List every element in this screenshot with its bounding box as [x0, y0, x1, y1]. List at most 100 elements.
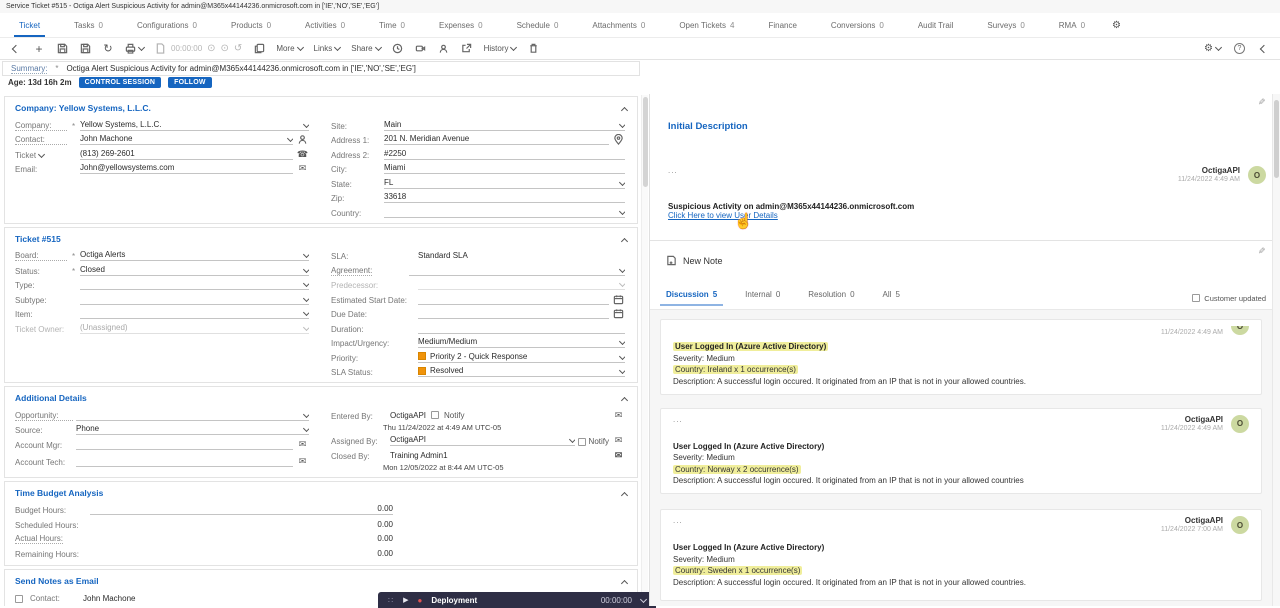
duration-input[interactable] — [418, 332, 625, 334]
opportunity-label[interactable]: Opportunity: — [15, 411, 73, 421]
calendar-icon[interactable] — [612, 294, 625, 305]
save-icon[interactable] — [56, 43, 68, 54]
account-mgr-envelope-icon[interactable]: ✉ — [296, 439, 309, 450]
add-icon[interactable]: + — [33, 42, 45, 56]
view-user-details-link[interactable]: Click Here to view User Details — [668, 211, 778, 220]
notes-scrollbar[interactable] — [1272, 94, 1280, 606]
settings-gear-dropdown[interactable]: ⚙ — [1204, 43, 1221, 54]
record-icon[interactable]: ● — [417, 596, 422, 605]
customer-updated-checkbox[interactable] — [1192, 294, 1200, 302]
share-dropdown[interactable]: Share — [351, 44, 380, 53]
ticket-card-header[interactable]: Ticket #515 — [5, 228, 637, 247]
timer-reset-icon[interactable]: ↺ — [234, 43, 242, 54]
note-options-ellipsis[interactable]: ... — [673, 516, 683, 525]
drag-handle-icon[interactable]: ∷ — [388, 596, 394, 605]
send-notes-header[interactable]: Send Notes as Email — [5, 570, 637, 589]
additional-details-header[interactable]: Additional Details — [5, 387, 637, 406]
time-budget-header[interactable]: Time Budget Analysis — [5, 482, 637, 501]
tab-configurations[interactable]: Configurations0 — [120, 13, 214, 37]
estimated-start-input[interactable] — [418, 303, 609, 305]
control-session-button[interactable]: CONTROL SESSION — [79, 77, 162, 88]
budget-hours-input[interactable]: 0.00 — [90, 504, 393, 515]
new-note-button[interactable]: New Note — [666, 255, 723, 266]
phone-type-dropdown[interactable]: Ticket — [15, 151, 67, 160]
play-icon[interactable]: ▶ — [403, 596, 408, 604]
tab-products[interactable]: Products0 — [214, 13, 288, 37]
print-dropdown[interactable] — [125, 43, 144, 54]
company-card-header[interactable]: Company: Yellow Systems, L.L.C. — [5, 97, 637, 116]
map-pin-icon[interactable] — [612, 134, 625, 145]
tab-attachments[interactable]: Attachments0 — [575, 13, 662, 37]
account-tech-input[interactable] — [76, 465, 293, 467]
follow-button[interactable]: FOLLOW — [168, 77, 212, 88]
city-input[interactable]: Miami — [384, 163, 625, 174]
tab-rma[interactable]: RMA0 — [1042, 13, 1102, 37]
zip-input[interactable]: 33618 — [384, 192, 625, 203]
tab-ticket[interactable]: Ticket — [2, 13, 57, 37]
tab-audit-trail[interactable]: Audit Trail — [901, 13, 971, 37]
site-select[interactable]: Main — [384, 120, 625, 131]
collapse-panel-icon[interactable] — [1258, 46, 1270, 52]
tab-internal[interactable]: Internal0 — [745, 290, 780, 306]
closed-by-envelope-icon[interactable]: ✉ — [612, 450, 625, 461]
agreement-label[interactable]: Agreement: — [331, 266, 372, 276]
account-tech-envelope-icon[interactable]: ✉ — [296, 456, 309, 467]
tab-all[interactable]: All5 — [883, 290, 900, 306]
priority-select[interactable]: Priority 2 - Quick Response — [418, 352, 625, 363]
type-select[interactable] — [80, 281, 309, 290]
tab-discussion[interactable]: Discussion5 — [666, 290, 717, 306]
back-icon[interactable] — [10, 46, 22, 52]
note-options-ellipsis[interactable]: ... — [673, 415, 683, 424]
board-label[interactable]: Board: — [15, 251, 67, 261]
tab-surveys[interactable]: Surveys0 — [970, 13, 1041, 37]
phone-icon[interactable]: ☎ — [296, 149, 309, 160]
phone-input[interactable]: (813) 269-2601 — [80, 149, 293, 160]
save-close-icon[interactable] — [79, 43, 91, 54]
tab-activities[interactable]: Activities0 — [288, 13, 362, 37]
timer-stop-icon[interactable]: ⊙ — [221, 43, 229, 54]
edit-description-pencil-icon[interactable]: ✎ — [1258, 97, 1266, 108]
summary-label[interactable]: Summary: — [11, 64, 47, 74]
timer-start-icon[interactable]: ⊙ — [207, 43, 215, 54]
history-dropdown[interactable]: History — [484, 44, 517, 53]
timer-expand-icon[interactable] — [640, 595, 647, 602]
country-select[interactable] — [384, 209, 625, 218]
address2-input[interactable]: #2250 — [384, 149, 625, 160]
note-options-ellipsis[interactable]: ... — [668, 166, 678, 175]
assigned-by-select[interactable]: OctigaAPI — [390, 435, 575, 446]
edit-notes-pencil-icon[interactable]: ✎ — [1258, 246, 1266, 257]
tab-resolution[interactable]: Resolution0 — [808, 290, 854, 306]
actual-hours-label[interactable]: Actual Hours: — [15, 534, 63, 544]
status-select[interactable]: Closed — [80, 265, 309, 276]
tab-finance[interactable]: Finance — [751, 13, 813, 37]
help-icon[interactable]: ? — [1234, 43, 1245, 54]
calendar-icon[interactable] — [612, 308, 625, 319]
tab-open-tickets[interactable]: Open Tickets4 — [662, 13, 751, 37]
copy-icon[interactable] — [253, 43, 265, 54]
left-panel-scrollbar[interactable] — [641, 95, 648, 606]
tab-expenses[interactable]: Expenses0 — [422, 13, 500, 37]
contact-select[interactable]: John Machone — [80, 134, 293, 145]
state-select[interactable]: FL — [384, 178, 625, 189]
sla-status-select[interactable]: Resolved — [418, 366, 625, 377]
links-dropdown[interactable]: Links — [314, 44, 341, 53]
item-select[interactable] — [80, 310, 309, 319]
impact-urgency-select[interactable]: Medium/Medium — [418, 337, 625, 348]
company-select[interactable]: Yellow Systems, L.L.C. — [80, 120, 309, 131]
remote-session-icon[interactable] — [438, 43, 450, 54]
contact-person-icon[interactable] — [296, 134, 309, 145]
account-mgr-input[interactable] — [76, 448, 293, 450]
subtype-select[interactable] — [80, 296, 309, 305]
board-select[interactable]: Octiga Alerts — [80, 250, 309, 261]
entered-by-envelope-icon[interactable]: ✉ — [612, 410, 625, 421]
more-dropdown[interactable]: More — [276, 44, 302, 53]
agreement-select[interactable] — [409, 267, 625, 276]
refresh-icon[interactable]: ↻ — [102, 42, 114, 55]
notes-contact-checkbox[interactable] — [15, 595, 23, 603]
email-input[interactable]: John@yellowsystems.com — [80, 163, 293, 174]
contact-label[interactable]: Contact: — [15, 135, 67, 145]
tab-schedule[interactable]: Schedule0 — [500, 13, 576, 37]
due-date-input[interactable] — [418, 317, 609, 319]
summary-input[interactable]: Octiga Alert Suspicious Activity for adm… — [66, 64, 631, 73]
assigned-by-notify-checkbox[interactable] — [578, 438, 586, 446]
